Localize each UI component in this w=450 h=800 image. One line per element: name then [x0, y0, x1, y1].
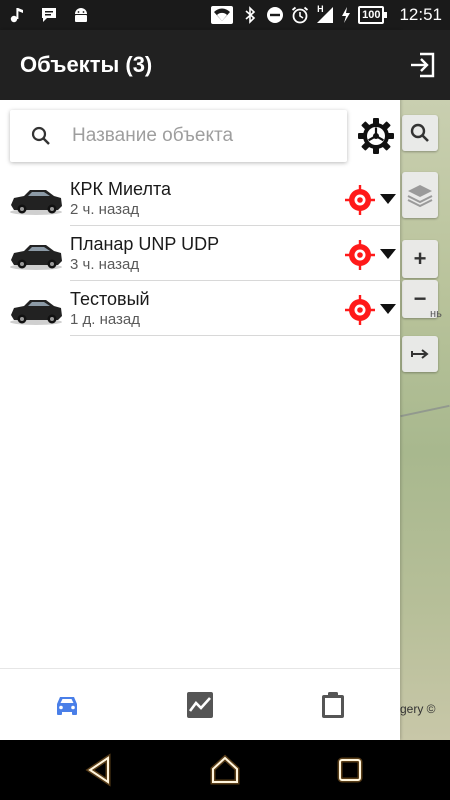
- map-layers-button[interactable]: [402, 172, 438, 218]
- wifi-icon: [210, 6, 234, 24]
- status-bar: H 100 12:51: [0, 0, 450, 30]
- zoom-in-button[interactable]: +: [402, 240, 438, 278]
- car-icon: [56, 696, 77, 715]
- home-icon[interactable]: [208, 753, 242, 787]
- clock: 12:51: [399, 5, 442, 24]
- chat-icon: [40, 6, 58, 24]
- car-icon: [10, 245, 62, 270]
- arrow-right-bar-icon: [411, 349, 429, 359]
- car-icon: [10, 300, 62, 325]
- chevron-down-icon[interactable]: [380, 304, 396, 314]
- charging-icon: [341, 6, 351, 24]
- chevron-down-icon[interactable]: [380, 249, 396, 259]
- recents-icon[interactable]: [333, 753, 367, 787]
- search-icon: [410, 123, 429, 142]
- exit-button[interactable]: [408, 50, 438, 80]
- exit-icon: [411, 52, 435, 78]
- zoom-out-label: −: [413, 286, 427, 311]
- search-box: [10, 110, 347, 162]
- list-item[interactable]: Тестовый 1 д. назад: [0, 282, 400, 337]
- music-note-icon: [8, 6, 26, 24]
- network-type: H: [317, 4, 324, 14]
- system-nav-bar: [0, 740, 450, 800]
- map-extent-button[interactable]: [402, 336, 438, 372]
- bluetooth-icon: [241, 6, 259, 24]
- map-attribution: gery ©: [400, 702, 436, 716]
- back-icon[interactable]: [82, 753, 116, 787]
- list-item[interactable]: Планар UNP UDP 3 ч. назад: [0, 227, 400, 282]
- list-item[interactable]: КРК Миелта 2 ч. назад: [0, 172, 400, 227]
- search-icon: [10, 125, 72, 147]
- gear-icon: [358, 118, 394, 154]
- zoom-in-label: +: [413, 246, 427, 271]
- map-search-button[interactable]: [402, 115, 438, 151]
- bottom-nav: [0, 668, 400, 740]
- dnd-icon: [266, 6, 284, 24]
- layers-icon: [407, 185, 433, 208]
- page-title: Объекты (3): [20, 52, 153, 77]
- alarm-icon: [291, 6, 309, 24]
- tab-objects[interactable]: [0, 669, 133, 740]
- chevron-down-icon[interactable]: [380, 194, 396, 204]
- locate-target-icon[interactable]: [345, 240, 375, 270]
- app-screen: H 100 12:51 + − нь gery © Объекты (3) На…: [0, 0, 450, 800]
- android-icon: [72, 6, 90, 24]
- chart-icon: [186, 691, 213, 718]
- map-place-label: нь: [430, 308, 442, 320]
- signal-icon: H: [316, 4, 334, 24]
- search-input[interactable]: [72, 125, 322, 147]
- settings-button[interactable]: [357, 117, 395, 155]
- tab-tasks[interactable]: [267, 669, 400, 740]
- battery-level: 100: [358, 6, 388, 24]
- clipboard-icon: [322, 691, 345, 718]
- objects-list: КРК Миелта 2 ч. назад Планар UNP UDP 3 ч…: [0, 172, 400, 337]
- app-bar: Объекты (3): [0, 30, 450, 100]
- locate-target-icon[interactable]: [345, 295, 375, 325]
- tab-reports[interactable]: [133, 669, 266, 740]
- car-icon: [10, 190, 62, 215]
- locate-target-icon[interactable]: [345, 185, 375, 215]
- map-road: [400, 404, 450, 418]
